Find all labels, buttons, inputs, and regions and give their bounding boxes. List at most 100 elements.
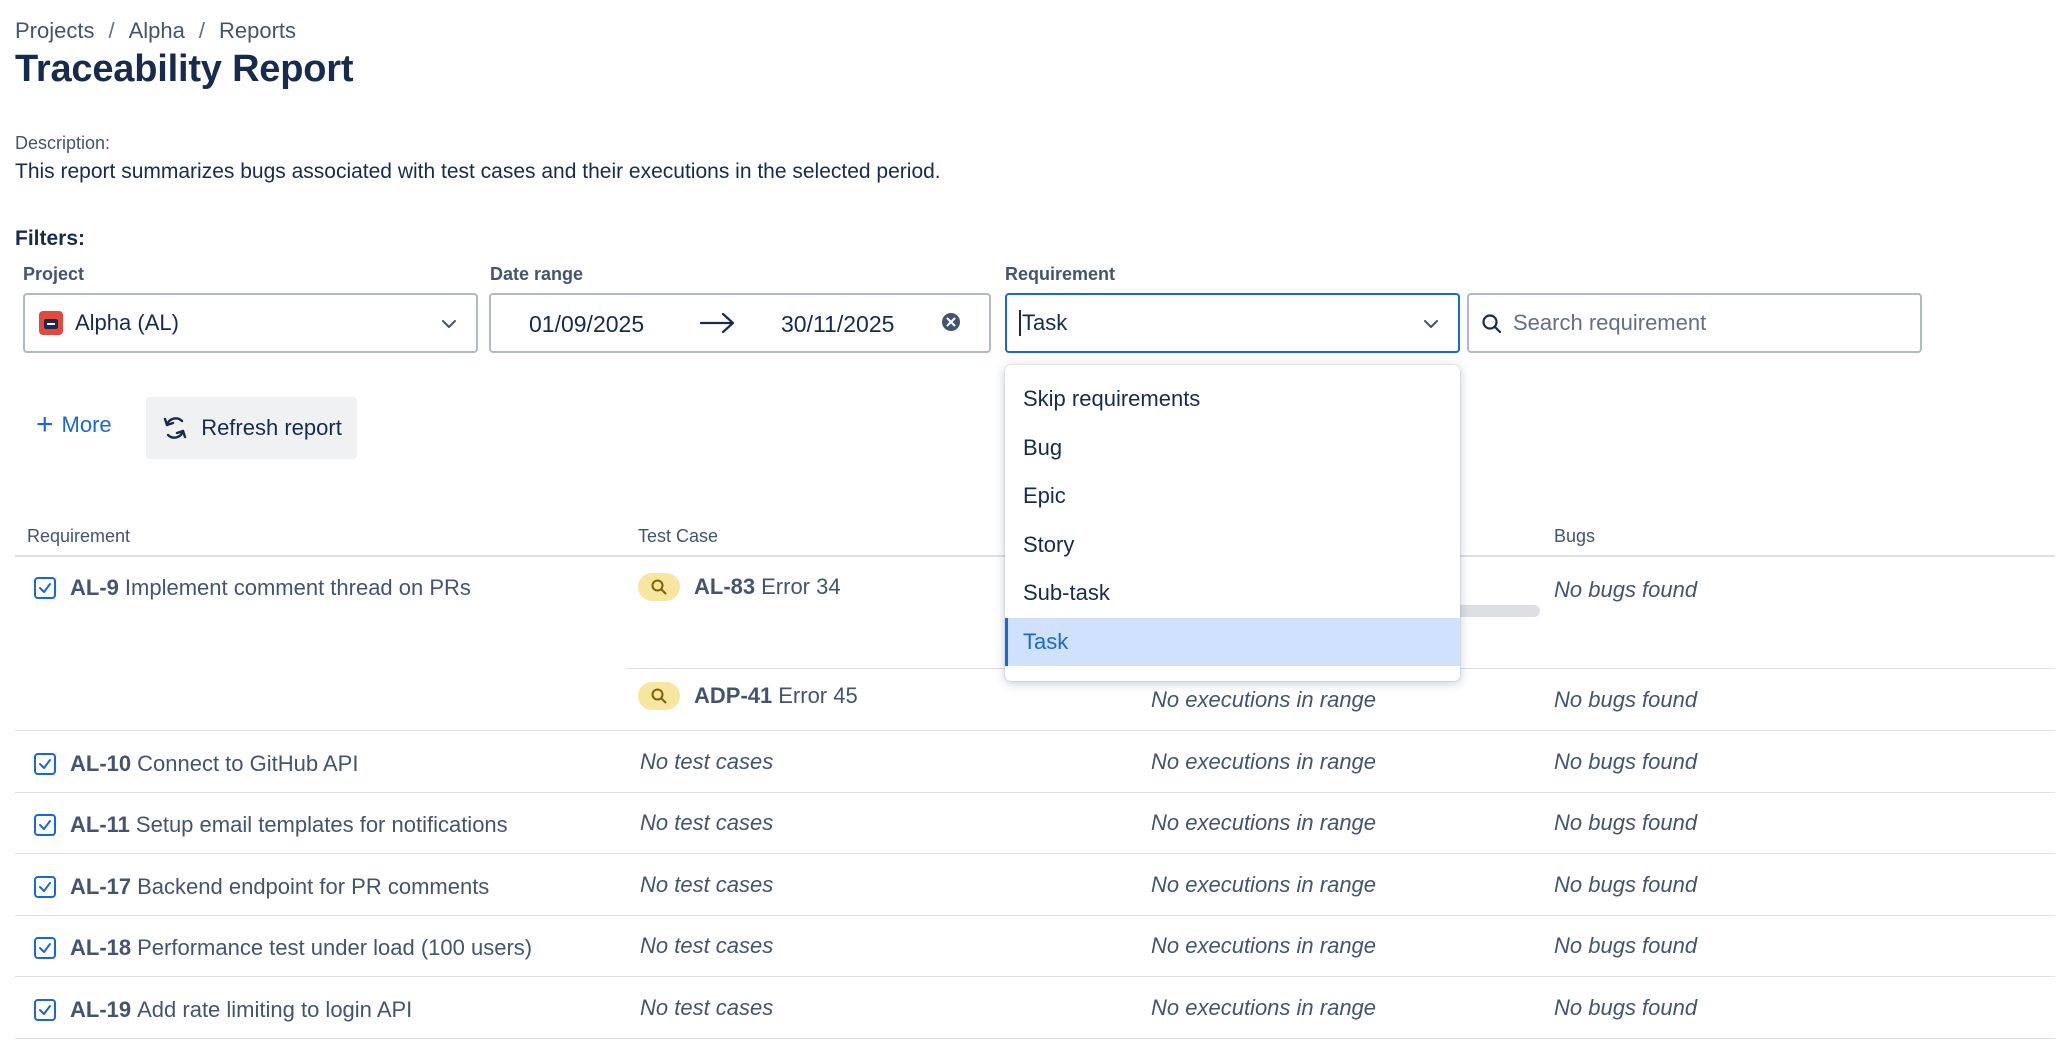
- breadcrumb: Projects / Alpha / Reports: [15, 18, 296, 44]
- chevron-down-icon: [442, 320, 456, 328]
- requirement-title: Connect to GitHub API: [137, 751, 359, 776]
- dropdown-option-skip-requirements[interactable]: Skip requirements: [1005, 375, 1460, 424]
- test-case-key[interactable]: ADP-41: [694, 683, 772, 709]
- chevron-down-icon: [1424, 320, 1438, 328]
- test-case-item[interactable]: ADP-41 Error 45: [638, 682, 858, 710]
- requirement-title: Add rate limiting to login API: [137, 997, 413, 1022]
- executions-cell: No executions in range: [1151, 749, 1377, 774]
- dropdown-option-story[interactable]: Story: [1005, 521, 1460, 570]
- project-select[interactable]: Alpha (AL): [23, 293, 478, 353]
- test-case-item[interactable]: AL-83 Error 34: [638, 573, 841, 601]
- test-case-icon: [638, 573, 680, 601]
- test-case-key[interactable]: AL-83: [694, 574, 755, 600]
- requirement-key[interactable]: AL-19: [70, 997, 131, 1023]
- test-cases-cell: No test cases: [640, 810, 774, 835]
- requirement-select-value[interactable]: Task: [1019, 310, 1067, 336]
- search-icon: [1482, 314, 1502, 334]
- row-divider: [15, 1038, 2055, 1039]
- row-divider: [15, 853, 2055, 854]
- breadcrumb-separator: /: [198, 18, 206, 43]
- requirement-label: Requirement: [1005, 264, 1116, 284]
- task-type-icon: [34, 876, 56, 898]
- refresh-report-label: Refresh report: [201, 415, 342, 440]
- requirement-key[interactable]: AL-10: [70, 751, 131, 777]
- column-header-bugs: Bugs: [1554, 526, 1596, 546]
- executions-cell: No executions in range: [1151, 995, 1377, 1020]
- filters-label: Filters:: [15, 227, 86, 250]
- bugs-cell: No bugs found: [1554, 749, 1698, 774]
- breadcrumb-reports[interactable]: Reports: [219, 18, 296, 44]
- test-case-title: Error 34: [761, 574, 841, 599]
- executions-cell: No executions in range: [1151, 933, 1377, 958]
- requirement-key[interactable]: AL-9: [70, 575, 119, 601]
- page-title: Traceability Report: [15, 48, 354, 90]
- bugs-cell: No bugs found: [1554, 995, 1698, 1020]
- table-row[interactable]: AL-18 Performance test under load (100 u…: [34, 935, 532, 961]
- test-cases-cell: No test cases: [640, 995, 774, 1020]
- row-divider: [15, 915, 2055, 916]
- breadcrumb-separator: /: [108, 18, 115, 43]
- project-label: Project: [23, 264, 85, 284]
- bugs-cell: No bugs found: [1554, 810, 1698, 835]
- test-cases-cell: No test cases: [640, 872, 774, 897]
- more-filters-button[interactable]: + More: [36, 408, 112, 441]
- bugs-cell: No bugs found: [1554, 577, 1698, 602]
- table-row[interactable]: AL-9 Implement comment thread on PRs: [34, 575, 471, 601]
- column-header-requirement: Requirement: [27, 526, 131, 546]
- test-cases-cell: No test cases: [640, 749, 774, 774]
- description-text: This report summarizes bugs associated w…: [15, 160, 941, 183]
- date-range-picker[interactable]: 01/09/2025 30/11/2025: [489, 293, 991, 353]
- table-row[interactable]: AL-10 Connect to GitHub API: [34, 751, 358, 777]
- requirement-title: Implement comment thread on PRs: [124, 575, 471, 600]
- table-row[interactable]: AL-19 Add rate limiting to login API: [34, 997, 412, 1023]
- date-end-input[interactable]: 30/11/2025: [781, 311, 894, 338]
- plus-icon: +: [36, 408, 54, 441]
- project-avatar-icon: [39, 311, 63, 335]
- dropdown-option-sub-task[interactable]: Sub-task: [1005, 569, 1460, 618]
- requirement-dropdown-menu: Skip requirements Bug Epic Story Sub-tas…: [1005, 365, 1460, 681]
- date-range-label: Date range: [490, 264, 584, 284]
- task-type-icon: [34, 577, 56, 599]
- row-divider: [15, 976, 2055, 977]
- dropdown-option-epic[interactable]: Epic: [1005, 472, 1460, 521]
- magnifier-icon: [651, 579, 667, 595]
- task-type-icon: [34, 814, 56, 836]
- requirement-title: Setup email templates for notifications: [135, 812, 508, 837]
- executions-cell: No executions in range: [1151, 872, 1377, 897]
- requirement-key[interactable]: AL-17: [70, 874, 131, 900]
- table-row[interactable]: AL-17 Backend endpoint for PR comments: [34, 874, 489, 900]
- arrow-right-icon: [699, 312, 735, 334]
- search-requirement-input[interactable]: [1513, 303, 1913, 343]
- task-type-icon: [34, 753, 56, 775]
- clear-icon[interactable]: [941, 312, 961, 332]
- project-select-value: Alpha (AL): [75, 310, 179, 335]
- table-row[interactable]: AL-11 Setup email templates for notifica…: [34, 812, 508, 838]
- task-type-icon: [34, 999, 56, 1021]
- breadcrumb-projects[interactable]: Projects: [15, 18, 94, 44]
- breadcrumb-alpha[interactable]: Alpha: [129, 18, 185, 44]
- test-cases-cell: No test cases: [640, 933, 774, 958]
- requirement-key[interactable]: AL-11: [70, 812, 130, 838]
- description-label: Description:: [15, 133, 111, 153]
- executions-cell: No executions in range: [1151, 687, 1377, 712]
- refresh-report-button[interactable]: Refresh report: [146, 397, 357, 459]
- more-filters-label: More: [61, 412, 112, 437]
- row-divider: [15, 730, 2055, 731]
- executions-cell: No executions in range: [1151, 810, 1377, 835]
- bugs-cell: No bugs found: [1554, 872, 1698, 897]
- bugs-cell: No bugs found: [1554, 687, 1698, 712]
- search-requirement-field[interactable]: [1467, 293, 1922, 353]
- requirement-select[interactable]: Task: [1005, 293, 1460, 353]
- requirement-title: Performance test under load (100 users): [137, 935, 533, 960]
- dropdown-option-task[interactable]: Task: [1005, 617, 1460, 666]
- task-type-icon: [34, 937, 56, 959]
- dropdown-option-bug[interactable]: Bug: [1005, 424, 1460, 473]
- row-divider: [15, 792, 2055, 793]
- requirement-title: Backend endpoint for PR comments: [137, 874, 490, 899]
- test-case-title: Error 45: [778, 683, 858, 708]
- column-header-test-case: Test Case: [638, 526, 719, 546]
- date-start-input[interactable]: 01/09/2025: [529, 311, 644, 338]
- bugs-cell: No bugs found: [1554, 933, 1698, 958]
- refresh-icon: [163, 417, 187, 439]
- requirement-key[interactable]: AL-18: [70, 935, 131, 961]
